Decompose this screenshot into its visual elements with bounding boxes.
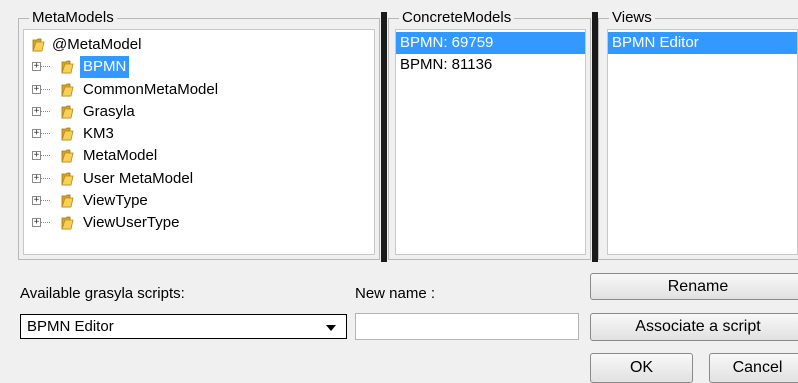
tree-item[interactable]: + Grasyla	[30, 101, 374, 123]
tree-item[interactable]: + ViewUserType	[30, 212, 374, 234]
scripts-dropdown[interactable]: BPMN Editor	[20, 314, 347, 339]
tree-connector	[41, 66, 50, 68]
tree-item-label[interactable]: BPMN	[80, 56, 130, 79]
expand-icon[interactable]: +	[32, 151, 41, 161]
panel-separator[interactable]	[381, 12, 387, 262]
scripts-label: Available grasyla scripts:	[20, 285, 185, 302]
tree-item-label[interactable]: MetaModel	[80, 145, 160, 167]
expand-icon[interactable]: +	[32, 84, 41, 94]
folder-icon	[61, 194, 74, 208]
folder-icon	[61, 150, 74, 163]
expand-icon[interactable]: +	[32, 196, 41, 206]
metamodels-tree-area[interactable]: @MetaModel + BPMN + CommonMetaModel + Grasyla…	[23, 29, 375, 255]
expand-icon[interactable]: +	[32, 173, 41, 183]
tree-item-label[interactable]: KM3	[80, 123, 117, 145]
tree-connector	[41, 222, 50, 224]
concrete-model-item[interactable]: BPMN: 69759	[396, 32, 585, 54]
tree-item[interactable]: + User MetaModel	[30, 168, 374, 190]
views-list[interactable]: BPMN Editor	[608, 32, 797, 54]
folder-icon	[61, 172, 74, 186]
view-item[interactable]: BPMN Editor	[608, 32, 797, 54]
concrete-models-list-area[interactable]: BPMN: 69759 BPMN: 81136	[395, 29, 586, 255]
tree-connector	[41, 133, 50, 135]
tree-root-label: @MetaModel	[52, 36, 142, 53]
chevron-down-icon[interactable]	[326, 325, 336, 331]
metamodels-panel: MetaModels @MetaModel + BPMN + CommonMetaMo…	[18, 9, 380, 260]
new-name-label: New name :	[355, 285, 436, 302]
tree-item[interactable]: + KM3	[30, 123, 374, 145]
tree-item[interactable]: + ViewType	[30, 190, 374, 212]
expand-icon[interactable]: +	[32, 106, 41, 116]
rename-button[interactable]: Rename	[590, 273, 798, 300]
tree-item-label[interactable]: User MetaModel	[80, 168, 196, 190]
scripts-dropdown-value: BPMN Editor	[27, 318, 114, 335]
folder-icon	[61, 105, 74, 119]
tree-item-label[interactable]: ViewType	[80, 190, 151, 212]
folder-icon	[61, 216, 74, 230]
tree-connector	[41, 200, 50, 202]
concrete-model-item[interactable]: BPMN: 81136	[396, 54, 585, 76]
associate-script-button[interactable]: Associate a script	[590, 313, 798, 341]
metamodels-tree[interactable]: @MetaModel + BPMN + CommonMetaModel + Grasyla…	[30, 34, 374, 235]
concrete-models-panel-title: ConcreteModels	[399, 9, 515, 27]
tree-item-label[interactable]: Grasyla	[80, 101, 138, 123]
metamodels-panel-title: MetaModels	[29, 9, 117, 27]
folder-icon	[61, 60, 74, 74]
folder-icon	[32, 38, 45, 52]
views-panel: Views BPMN Editor	[598, 9, 798, 260]
tree-connector	[41, 110, 50, 112]
folder-icon	[61, 127, 74, 141]
views-panel-title: Views	[609, 9, 655, 27]
concrete-models-panel: ConcreteModels BPMN: 69759 BPMN: 81136	[388, 9, 591, 260]
tree-connector	[41, 177, 50, 179]
tree-root[interactable]: @MetaModel	[30, 34, 374, 56]
tree-item[interactable]: + CommonMetaModel	[30, 79, 374, 101]
tree-connector	[41, 155, 50, 157]
views-list-area[interactable]: BPMN Editor	[607, 29, 798, 255]
expand-icon[interactable]: +	[32, 62, 41, 72]
tree-item-label[interactable]: CommonMetaModel	[80, 79, 221, 101]
tree-item[interactable]: + BPMN	[30, 56, 374, 79]
tree-item-label[interactable]: ViewUserType	[80, 212, 182, 234]
expand-icon[interactable]: +	[32, 129, 41, 139]
folder-icon	[61, 83, 74, 96]
tree-connector	[41, 88, 50, 90]
tree-item[interactable]: + MetaModel	[30, 145, 374, 167]
concrete-models-list[interactable]: BPMN: 69759 BPMN: 81136	[396, 32, 585, 76]
expand-icon[interactable]: +	[32, 218, 41, 228]
new-name-input[interactable]	[355, 313, 579, 340]
